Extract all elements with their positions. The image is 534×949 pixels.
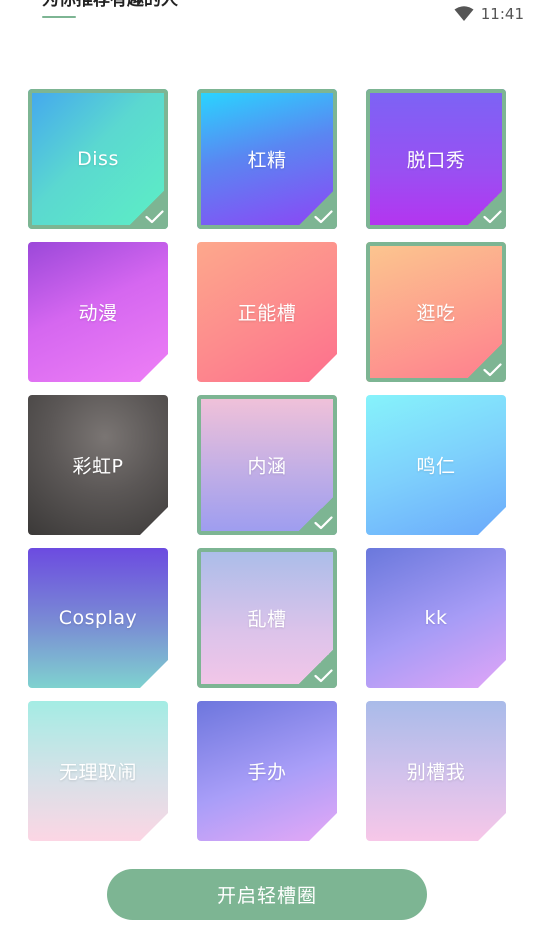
tile-label: 乱槽 (247, 608, 287, 631)
check-icon (464, 340, 506, 382)
tile-label: 鸣仁 (416, 455, 456, 478)
tile-kk[interactable]: kk (366, 548, 506, 688)
tile-label: 别槽我 (406, 761, 466, 784)
tile-caihongp[interactable]: 彩虹P (28, 395, 168, 535)
check-icon (295, 493, 337, 535)
tile-shouban[interactable]: 手办 (197, 701, 337, 841)
page-title: 为你推荐有趣的人 (42, 0, 178, 10)
tile-diss[interactable]: Diss (28, 89, 168, 229)
tile-label: 动漫 (78, 302, 118, 325)
tile-label: 内涵 (247, 455, 287, 478)
start-button[interactable]: 开启轻槽圈 (107, 869, 427, 920)
check-icon (295, 646, 337, 688)
tile-gangjing[interactable]: 杠精 (197, 89, 337, 229)
tile-label: 手办 (247, 761, 287, 784)
tile-label: 无理取闹 (58, 761, 137, 784)
tile-label: Cosplay (58, 607, 138, 629)
check-icon (126, 187, 168, 229)
tile-zhengnengcao[interactable]: 正能槽 (197, 242, 337, 382)
tile-mingren[interactable]: 鸣仁 (366, 395, 506, 535)
tile-label: kk (424, 607, 448, 629)
tile-label: 脱口秀 (406, 149, 466, 172)
tile-guangchi[interactable]: 逛吃 (366, 242, 506, 382)
status-time: 11:41 (480, 5, 524, 23)
tile-label: 杠精 (247, 149, 287, 172)
tile-dongman[interactable]: 动漫 (28, 242, 168, 382)
tile-neihan[interactable]: 内涵 (197, 395, 337, 535)
interest-grid: Diss 杠精 脱口秀 动漫 正能槽 逛吃 彩虹P 内涵 鸣仁 Cosplay (28, 89, 506, 841)
tile-luancao[interactable]: 乱槽 (197, 548, 337, 688)
tile-biecaowo[interactable]: 别槽我 (366, 701, 506, 841)
tile-label: 正能槽 (237, 302, 297, 325)
tile-label: 逛吃 (416, 302, 456, 325)
tile-tuokouxiu[interactable]: 脱口秀 (366, 89, 506, 229)
wifi-icon (454, 6, 474, 21)
check-icon (464, 187, 506, 229)
tile-cosplay[interactable]: Cosplay (28, 548, 168, 688)
title-underline (42, 16, 76, 18)
check-icon (295, 187, 337, 229)
status-bar: 11:41 (454, 4, 524, 24)
tile-wuliqunao[interactable]: 无理取闹 (28, 701, 168, 841)
tile-label: Diss (77, 148, 119, 170)
screen: 为你推荐有趣的人 11:41 Diss 杠精 脱口秀 动漫 正能槽 逛吃 彩虹P… (0, 0, 534, 949)
tile-label: 彩虹P (72, 455, 124, 478)
